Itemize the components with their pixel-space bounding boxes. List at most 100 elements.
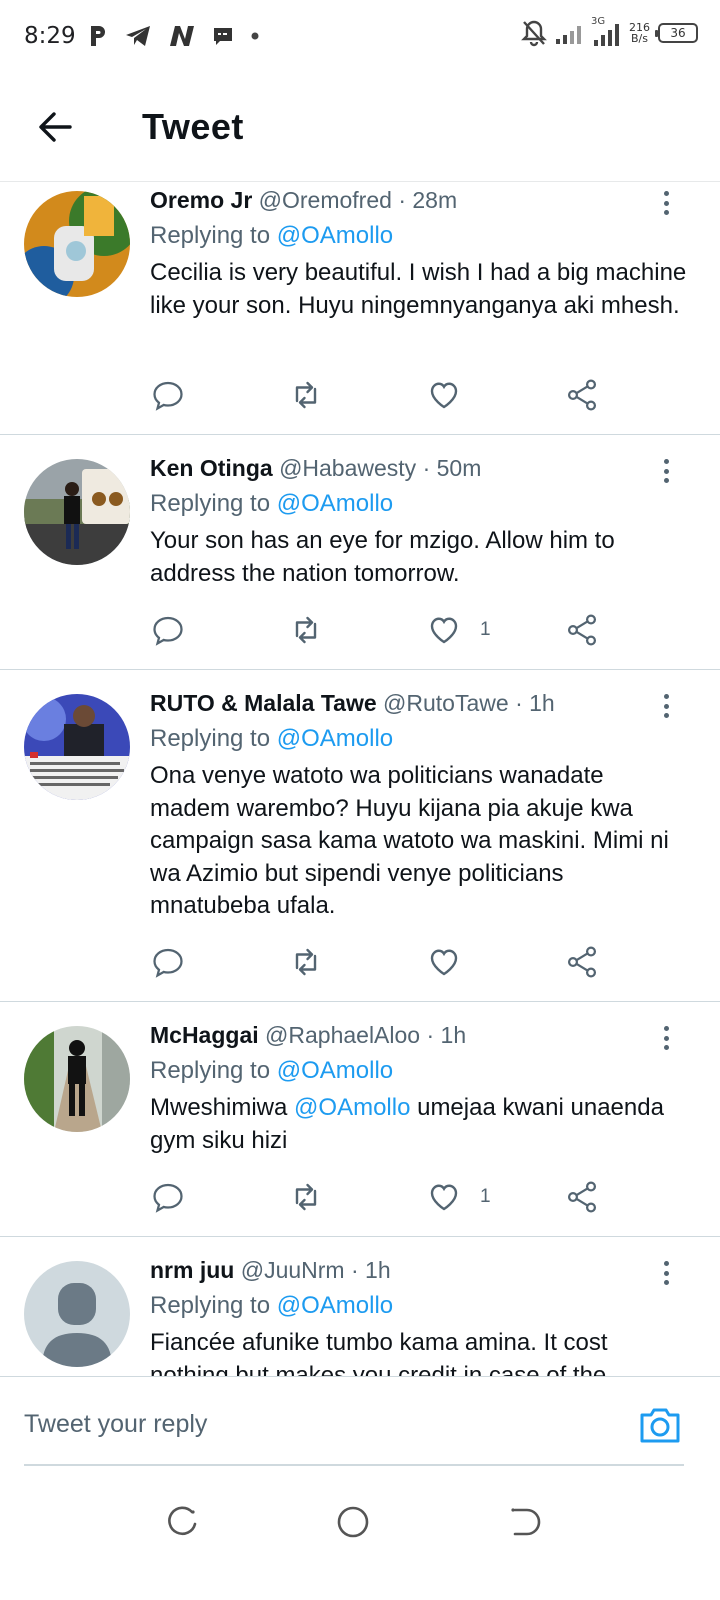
reply-input[interactable]: [24, 1399, 584, 1449]
user-handle[interactable]: @Habawesty: [279, 455, 416, 481]
retweet-button[interactable]: [288, 610, 324, 650]
mention-link[interactable]: @OAmollo: [277, 725, 393, 752]
display-name[interactable]: Ken Otinga: [150, 455, 273, 481]
tweet[interactable]: nrm juu @JuuNrm · 1h Replying to @OAmoll…: [0, 1237, 720, 1376]
replies-feed[interactable]: Oremo Jr @Oremofred · 28m Replying to @O…: [0, 183, 720, 1376]
share-icon: [567, 614, 597, 646]
replying-to-label: Replying to: [150, 490, 277, 517]
user-handle[interactable]: @RutoTawe: [383, 690, 509, 716]
tweet-body: McHaggai @RaphaelAloo · 1h Replying to @…: [150, 1020, 690, 1157]
heart-icon: [430, 949, 458, 976]
camera-button[interactable]: [636, 1401, 684, 1449]
news-app-icon: [169, 26, 194, 46]
back-button[interactable]: [0, 72, 110, 182]
avatar[interactable]: [24, 694, 130, 800]
camera-icon: [640, 1408, 680, 1443]
replying-to-label: Replying to: [150, 1057, 277, 1084]
tweet-header: Ken Otinga @Habawesty · 50m: [150, 453, 690, 483]
tweet-text: Cecilia is very beautiful. I wish I had …: [150, 259, 687, 319]
tweet-text-part: Mweshimiwa: [150, 1094, 295, 1121]
replying-to: Replying to @OAmollo: [150, 723, 690, 755]
reply-button[interactable]: [150, 610, 186, 650]
display-name[interactable]: nrm juu: [150, 1257, 234, 1283]
display-name[interactable]: RUTO & Malala Tawe: [150, 690, 377, 716]
tweet[interactable]: McHaggai @RaphaelAloo · 1h Replying to @…: [0, 1002, 720, 1237]
mention-link[interactable]: @OAmollo: [277, 1292, 393, 1319]
avatar[interactable]: [24, 1026, 130, 1132]
tweet[interactable]: Ken Otinga @Habawesty · 50m Replying to …: [0, 435, 720, 670]
user-handle[interactable]: @JuuNrm: [241, 1257, 345, 1283]
more-options-button[interactable]: [652, 187, 680, 219]
like-button[interactable]: [426, 375, 480, 415]
avatar-image: [24, 459, 130, 565]
avatar-image: [24, 191, 130, 297]
user-handle[interactable]: @RaphaelAloo: [265, 1022, 420, 1048]
tweet[interactable]: RUTO & Malala Tawe @RutoTawe · 1h Replyi…: [0, 670, 720, 1002]
retweet-icon: [295, 948, 317, 976]
battery-indicator: 36: [655, 23, 698, 43]
share-button[interactable]: [564, 375, 600, 415]
reply-icon: [153, 1183, 183, 1213]
display-name[interactable]: Oremo Jr: [150, 187, 252, 213]
notification-icons: [88, 24, 260, 48]
mention-link[interactable]: @OAmollo: [294, 1094, 410, 1121]
mention-link[interactable]: @OAmollo: [277, 222, 393, 249]
avatar[interactable]: [24, 1261, 130, 1367]
back-nav-button[interactable]: [505, 1502, 545, 1542]
reply-divider: [24, 1464, 684, 1466]
signal-3g-group: 3G: [591, 16, 621, 48]
mention-link[interactable]: @OAmollo: [277, 490, 393, 517]
like-button[interactable]: 1: [426, 610, 491, 650]
retweet-icon: [295, 381, 317, 409]
like-count: 1: [480, 619, 491, 640]
heart-icon: [430, 382, 458, 409]
system-nav-bar: [0, 1472, 720, 1600]
tweet-body: Ken Otinga @Habawesty · 50m Replying to …: [150, 453, 690, 590]
tweet-header: Oremo Jr @Oremofred · 28m: [150, 185, 690, 215]
reply-button[interactable]: [150, 1177, 186, 1217]
reply-composer: [0, 1376, 720, 1472]
recent-apps-button[interactable]: [162, 1502, 202, 1542]
avatar[interactable]: [24, 459, 130, 565]
more-options-button[interactable]: [652, 455, 680, 487]
network-speed-unit: B/s: [631, 32, 648, 45]
tweet-body: RUTO & Malala Tawe @RutoTawe · 1h Replyi…: [150, 688, 690, 923]
tweet-header: nrm juu @JuuNrm · 1h: [150, 1255, 690, 1285]
share-icon: [567, 946, 597, 978]
tweet-text: Ona venye watoto wa politicians wanadate…: [150, 762, 669, 919]
mention-link[interactable]: @OAmollo: [277, 1057, 393, 1084]
replying-to-label: Replying to: [150, 725, 277, 752]
avatar[interactable]: [24, 191, 130, 297]
message-icon: [213, 28, 232, 45]
tweet-time: · 50m: [422, 455, 482, 481]
replying-to: Replying to @OAmollo: [150, 1290, 690, 1322]
notifications-off-icon: [521, 20, 547, 47]
share-button[interactable]: [564, 610, 600, 650]
more-options-button[interactable]: [652, 690, 680, 722]
display-name[interactable]: McHaggai: [150, 1022, 259, 1048]
share-button[interactable]: [564, 942, 600, 982]
status-bar: 8:29 3G 216 B/s 36: [0, 0, 720, 72]
like-button[interactable]: 1: [426, 1177, 491, 1217]
tweet-time: · 1h: [515, 690, 555, 716]
signal-3g-icon: [594, 24, 619, 46]
reply-icon: [153, 616, 183, 646]
reply-button[interactable]: [150, 375, 186, 415]
reply-button[interactable]: [150, 942, 186, 982]
user-handle[interactable]: @Oremofred: [259, 187, 392, 213]
like-button[interactable]: [426, 942, 480, 982]
back-nav-icon: [511, 1508, 541, 1536]
replying-to: Replying to @OAmollo: [150, 1055, 690, 1087]
retweet-button[interactable]: [288, 1177, 324, 1217]
home-button[interactable]: [333, 1502, 373, 1542]
replying-to: Replying to @OAmollo: [150, 488, 690, 520]
system-icons: 3G 216 B/s 36: [521, 16, 698, 48]
more-options-button[interactable]: [652, 1257, 680, 1289]
retweet-button[interactable]: [288, 942, 324, 982]
more-options-button[interactable]: [652, 1022, 680, 1054]
tweet-body: nrm juu @JuuNrm · 1h Replying to @OAmoll…: [150, 1255, 690, 1376]
tweet[interactable]: Oremo Jr @Oremofred · 28m Replying to @O…: [0, 183, 720, 435]
retweet-button[interactable]: [288, 375, 324, 415]
status-time: 8:29: [24, 23, 76, 49]
share-button[interactable]: [564, 1177, 600, 1217]
